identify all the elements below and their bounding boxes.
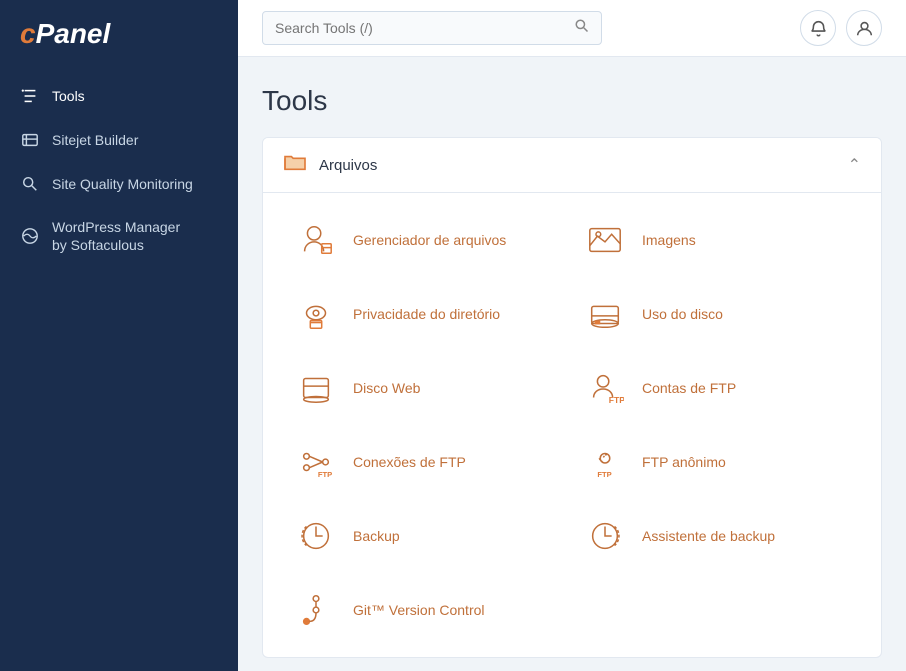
tool-imagens[interactable]: Imagens: [572, 203, 861, 277]
wordpress-icon: [20, 226, 40, 246]
tool-privacidade[interactable]: Privacidade do diretório: [283, 277, 572, 351]
svg-text:FTP: FTP: [318, 470, 332, 479]
tool-imagens-label: Imagens: [642, 232, 696, 248]
tool-conexoes-ftp-label: Conexões de FTP: [353, 454, 466, 470]
search-input[interactable]: [275, 20, 566, 36]
ftp-accounts-icon: FTP: [582, 365, 628, 411]
sidebar-item-tools[interactable]: Tools: [0, 74, 238, 118]
ftp-connections-icon: FTP: [293, 439, 339, 485]
backup-icon: [293, 513, 339, 559]
main-content: Tools Arquivos ⌃: [238, 0, 906, 671]
web-disk-icon: [293, 365, 339, 411]
search-bar[interactable]: [262, 11, 602, 45]
page-content: Tools Arquivos ⌃: [238, 57, 906, 671]
tools-icon: [20, 86, 40, 106]
tool-assistente-backup-label: Assistente de backup: [642, 528, 775, 544]
sitejet-icon: [20, 130, 40, 150]
svg-text:FTP: FTP: [609, 395, 624, 405]
tool-ftp-anonimo-label: FTP anônimo: [642, 454, 726, 470]
notifications-button[interactable]: [800, 10, 836, 46]
tool-git-label: Git™ Version Control: [353, 602, 485, 618]
file-manager-icon: [293, 217, 339, 263]
sidebar-item-site-quality-label: Site Quality Monitoring: [52, 175, 193, 193]
tool-privacidade-label: Privacidade do diretório: [353, 306, 500, 322]
section-arquivos-title: Arquivos: [319, 157, 377, 174]
tool-disco-uso-label: Uso do disco: [642, 306, 723, 322]
sidebar: cPanel Tools: [0, 0, 238, 671]
tools-grid-arquivos: Gerenciador de arquivos Imagens: [263, 193, 881, 657]
site-quality-icon: [20, 174, 40, 194]
tool-contas-ftp[interactable]: FTP Contas de FTP: [572, 351, 861, 425]
sidebar-item-sitejet-label: Sitejet Builder: [52, 131, 138, 149]
user-button[interactable]: [846, 10, 882, 46]
tool-gerenciador-label: Gerenciador de arquivos: [353, 232, 506, 248]
page-title: Tools: [262, 85, 882, 117]
logo: cPanel: [0, 0, 238, 66]
ftp-anonymous-icon: FTP: [582, 439, 628, 485]
tool-backup-label: Backup: [353, 528, 400, 544]
sidebar-item-wordpress-label: WordPress Managerby Softaculous: [52, 218, 180, 254]
sidebar-item-sitejet[interactable]: Sitejet Builder: [0, 118, 238, 162]
images-icon: [582, 217, 628, 263]
header-actions: [800, 10, 882, 46]
tool-contas-ftp-label: Contas de FTP: [642, 380, 736, 396]
disk-usage-icon: [582, 291, 628, 337]
svg-text:FTP: FTP: [597, 470, 611, 479]
tool-disco-uso[interactable]: Uso do disco: [572, 277, 861, 351]
git-icon: [293, 587, 339, 633]
tool-ftp-anonimo[interactable]: FTP FTP anônimo: [572, 425, 861, 499]
tool-disco-web[interactable]: Disco Web: [283, 351, 572, 425]
tool-backup[interactable]: Backup: [283, 499, 572, 573]
tool-git[interactable]: Git™ Version Control: [283, 573, 572, 647]
sidebar-item-wordpress[interactable]: WordPress Managerby Softaculous: [0, 206, 238, 266]
directory-privacy-icon: [293, 291, 339, 337]
search-icon[interactable]: [574, 18, 589, 38]
sidebar-nav: Tools Sitejet Builder Site Quality Moni: [0, 66, 238, 274]
header: [238, 0, 906, 57]
backup-wizard-icon: [582, 513, 628, 559]
sidebar-item-site-quality[interactable]: Site Quality Monitoring: [0, 162, 238, 206]
section-arquivos: Arquivos ⌃ Gerenciador de arqui: [262, 137, 882, 658]
section-arquivos-chevron[interactable]: ⌃: [848, 155, 861, 175]
tool-assistente-backup[interactable]: Assistente de backup: [572, 499, 861, 573]
sidebar-item-tools-label: Tools: [52, 87, 85, 105]
tool-disco-web-label: Disco Web: [353, 380, 420, 396]
folder-icon: [283, 152, 307, 178]
tool-gerenciador[interactable]: Gerenciador de arquivos: [283, 203, 572, 277]
section-arquivos-header: Arquivos ⌃: [263, 138, 881, 193]
tool-conexoes-ftp[interactable]: FTP Conexões de FTP: [283, 425, 572, 499]
